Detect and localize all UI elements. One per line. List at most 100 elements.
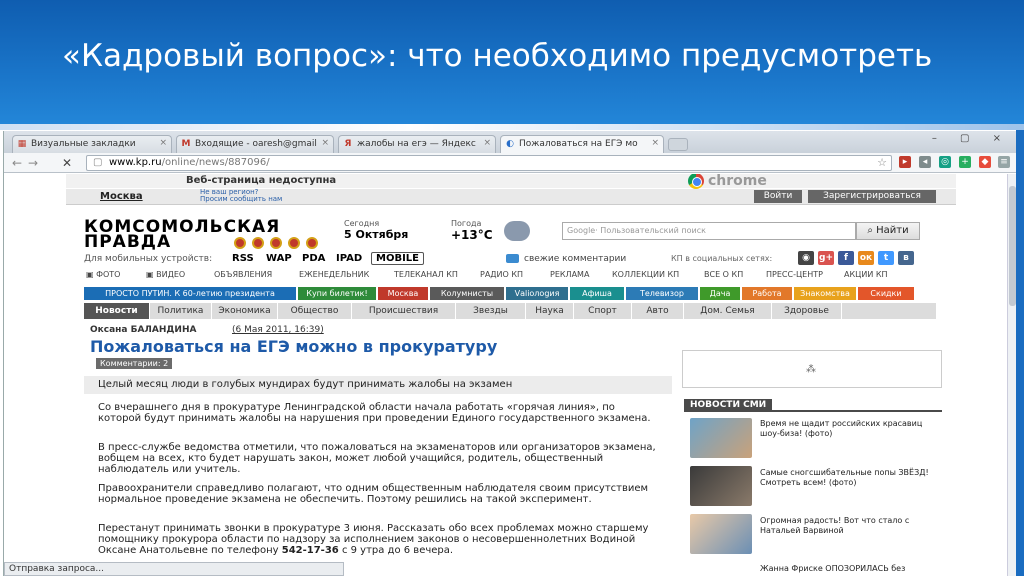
register-button[interactable]: Зарегистрироваться <box>808 190 936 203</box>
rubric-link[interactable]: Скидки <box>858 287 914 300</box>
twitter-icon[interactable]: t <box>878 251 894 265</box>
extension-icon[interactable]: ▸ <box>899 156 911 168</box>
article-headline: Пожаловаться на ЕГЭ можно в прокуратуру <box>90 337 498 356</box>
extension-icon[interactable]: ◎ <box>939 156 951 168</box>
news-item-link[interactable]: Время не щадит российских красавиц шоу-б… <box>760 419 940 439</box>
extension-icon[interactable]: ◂ <box>919 156 931 168</box>
scrollbar[interactable] <box>1007 174 1016 576</box>
close-icon[interactable]: × <box>321 138 329 148</box>
section-tab[interactable]: Наука <box>526 303 574 319</box>
mobile-link-wap[interactable]: WAP <box>266 253 292 264</box>
rubric-link[interactable]: Работа <box>742 287 792 300</box>
menu-item[interactable]: ПРЕСС-ЦЕНТР <box>766 270 823 279</box>
menu-item[interactable]: ЕЖЕНЕДЕЛЬНИК <box>299 270 369 279</box>
section-tab[interactable]: Спорт <box>574 303 632 319</box>
rubric-link[interactable]: Купи билетик! <box>298 287 376 300</box>
rubric-link[interactable]: Дача <box>700 287 740 300</box>
section-tab[interactable]: Дом. Семья <box>684 303 772 319</box>
tab-kp-article[interactable]: ◐ Пожаловаться на ЕГЭ мо × <box>500 135 664 154</box>
article-paragraph: Со вчерашнего дня в прокуратуре Ленингра… <box>98 402 651 424</box>
mobile-link-pda[interactable]: PDA <box>302 253 325 264</box>
kp-top-bar: Москва Не ваш регион? Просим сообщить нам… <box>66 189 956 205</box>
section-tab[interactable]: Экономика <box>212 303 278 319</box>
grid-icon: ▦ <box>17 139 27 149</box>
mobile-link-ipad[interactable]: IPAD <box>336 253 362 264</box>
section-tab[interactable]: Звезды <box>456 303 526 319</box>
tab-gmail[interactable]: M Входящие - oaresh@gmail × <box>176 135 334 153</box>
back-icon[interactable]: ← <box>12 156 22 170</box>
close-icon[interactable]: × <box>159 138 167 148</box>
comments-badge[interactable]: Комментарии: 2 <box>96 358 173 369</box>
rubric-link[interactable]: Москва <box>378 287 428 300</box>
divider <box>684 410 942 412</box>
rubric-link[interactable]: Знакомства <box>794 287 856 300</box>
google-plus-icon[interactable]: g+ <box>818 251 834 265</box>
camera-icon[interactable]: ◉ <box>798 251 814 265</box>
region-question-line2: Просим сообщить нам <box>200 195 283 203</box>
rubric-link[interactable]: Телевизор <box>626 287 698 300</box>
news-item-link[interactable]: Огромная радость! Вот что стало с Наталь… <box>760 516 940 536</box>
mobile-link-mobile[interactable]: MOBILE <box>371 252 424 265</box>
menu-item[interactable]: ▣ ФОТО <box>86 270 120 279</box>
tab-yandex[interactable]: Я жалобы на егэ — Яндекс × <box>338 135 496 153</box>
yandex-icon: Я <box>344 139 352 149</box>
article-paragraph: В пресс-службе ведомства отметили, что п… <box>98 442 656 475</box>
menu-item[interactable]: РАДИО КП <box>480 270 523 279</box>
menu-item[interactable]: АКЦИИ КП <box>844 270 888 279</box>
section-tab[interactable]: Новости <box>84 303 150 319</box>
news-item-link[interactable]: Жанна Фриске ОПОЗОРИЛАСЬ без <box>760 564 940 574</box>
rubric-row: ПРОСТО ПУТИН. К 60-летию президента Купи … <box>84 287 922 300</box>
vkontakte-icon[interactable]: в <box>898 251 914 265</box>
rubric-link[interactable]: Колумнисты <box>430 287 504 300</box>
extension-icon[interactable]: ◆ <box>979 156 991 168</box>
scrollbar-thumb[interactable] <box>1009 186 1016 306</box>
rubric-link[interactable]: ПРОСТО ПУТИН. К 60-летию президента <box>84 287 296 300</box>
news-thumbnail[interactable] <box>690 466 752 506</box>
section-nav: Новости Политика Экономика Общество Происшес… <box>84 303 936 319</box>
facebook-icon[interactable]: f <box>838 251 854 265</box>
city-link[interactable]: Москва <box>100 191 143 202</box>
search-input[interactable]: Google· Пользовательский поиск <box>562 222 856 240</box>
close-icon[interactable]: × <box>483 138 491 148</box>
menu-item[interactable]: РЕКЛАМА <box>550 270 589 279</box>
section-tab[interactable]: Здоровье <box>772 303 842 319</box>
window-controls[interactable]: – ▢ × <box>932 133 1011 144</box>
menu-item[interactable]: ▣ ВИДЕО <box>146 270 185 279</box>
url-path: /online/news/887096/ <box>161 157 270 168</box>
rubric-link[interactable]: Vаliолоgия <box>506 287 568 300</box>
menu-item[interactable]: ОБЪЯВЛЕНИЯ <box>214 270 272 279</box>
section-tab[interactable]: Общество <box>278 303 352 319</box>
social-label: КП в социальных сетях: <box>671 254 773 263</box>
forward-icon[interactable]: → <box>28 156 38 170</box>
error-strip: Веб-страница недоступна chrome <box>66 174 956 189</box>
wrench-icon[interactable]: ≡ <box>998 156 1010 168</box>
odnoklassniki-icon[interactable]: ок <box>858 251 874 265</box>
search-button[interactable]: ⌕ Найти <box>856 222 920 240</box>
news-thumbnail[interactable] <box>690 418 752 458</box>
extension-icon[interactable]: + <box>959 156 971 168</box>
news-item-link[interactable]: Самые сногсшибательные попы ЗВЁЗД! Смотр… <box>760 468 940 488</box>
address-bar[interactable]: ▢ www.kp.ru/online/news/887096/ ☆ <box>86 155 892 171</box>
article-author[interactable]: Оксана БАЛАНДИНА <box>90 325 196 335</box>
mobile-link-rss[interactable]: RSS <box>232 253 254 264</box>
news-thumbnail[interactable] <box>690 514 752 554</box>
section-tab[interactable]: Авто <box>632 303 684 319</box>
login-button[interactable]: Войти <box>754 190 802 203</box>
section-tab[interactable]: Происшествия <box>352 303 456 319</box>
new-tab-button[interactable] <box>668 138 688 151</box>
rubric-link[interactable]: Афиша <box>570 287 624 300</box>
fresh-comments-link[interactable]: свежие комментарии <box>506 254 626 264</box>
menu-item[interactable]: КОЛЛЕКЦИИ КП <box>612 270 679 279</box>
menu-item[interactable]: ВСЕ О КП <box>704 270 743 279</box>
medal-icon <box>252 237 264 249</box>
menu-item[interactable]: ТЕЛЕКАНАЛ КП <box>394 270 458 279</box>
weather-cloud-icon <box>504 221 530 241</box>
tab-visual-bookmarks[interactable]: ▦ Визуальные закладки × <box>12 135 172 153</box>
weather-label: Погода <box>451 219 482 228</box>
bookmark-star-icon[interactable]: ☆ <box>877 156 887 170</box>
region-question[interactable]: Не ваш регион? Просим сообщить нам <box>200 189 282 203</box>
section-tab[interactable]: Политика <box>150 303 212 319</box>
stop-icon[interactable]: ✕ <box>62 156 72 170</box>
close-icon[interactable]: × <box>651 138 659 148</box>
kp-logo[interactable]: КОМСОМОЛЬСКАЯ ПРАВДА <box>84 217 334 252</box>
